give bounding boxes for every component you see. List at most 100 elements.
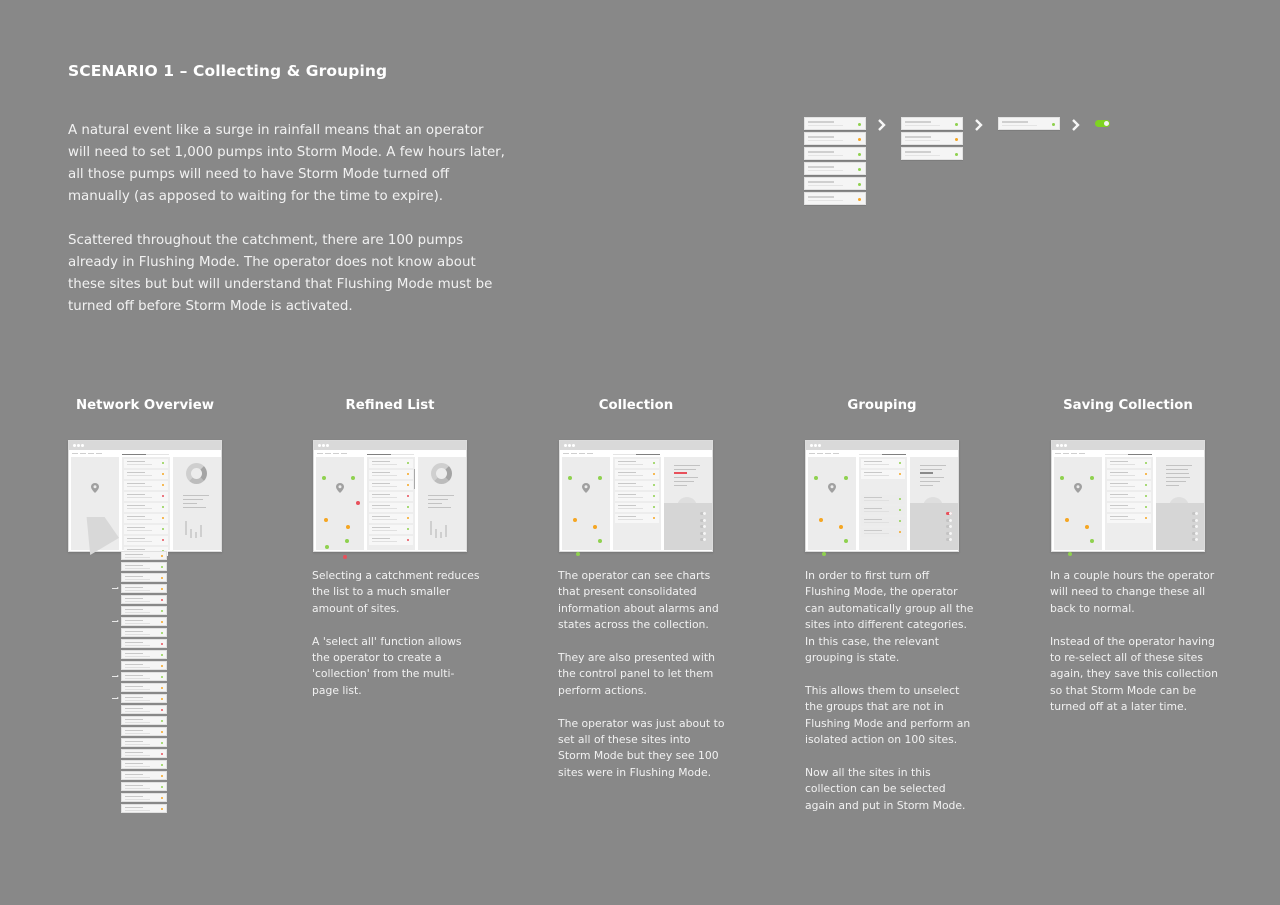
toggle-switch-off[interactable] [1192,538,1198,541]
site-list-row[interactable] [121,639,167,648]
site-list-row[interactable] [121,650,167,659]
site-list-row[interactable] [369,525,413,534]
site-list-row[interactable] [121,760,167,769]
site-list-row[interactable] [121,661,167,670]
site-list-row[interactable] [861,506,905,515]
site-list-row[interactable] [121,683,167,692]
site-list-row[interactable] [369,481,413,490]
toggle-switch-off[interactable] [946,518,952,522]
nav-item [833,453,839,454]
group-by-dropdown[interactable] [920,472,933,474]
site-list-row[interactable] [615,503,659,512]
summary-line [1166,481,1186,482]
site-list-row[interactable] [121,551,167,560]
site-list-row[interactable] [1107,503,1151,512]
site-list-row[interactable] [124,503,168,512]
toggle-switch-off[interactable] [946,525,952,528]
site-list-row[interactable] [615,481,659,490]
site-list-row[interactable] [1107,459,1151,468]
site-list-row[interactable] [121,584,167,593]
toggle-switch-off[interactable] [946,531,952,535]
chevron-right-icon [974,117,984,131]
list-tabs [122,454,169,455]
site-list-row[interactable] [861,470,905,479]
site-list-row[interactable] [121,573,167,582]
toggle-switch-off[interactable] [700,538,706,541]
map-site-dot-green [598,539,602,543]
site-name-line [905,121,931,123]
site-list-row[interactable] [124,514,168,523]
toggle-switch-off[interactable] [700,518,706,522]
status-dot-green [858,183,861,186]
site-list-row[interactable] [124,492,168,501]
site-list-row[interactable] [861,495,905,504]
step-collection: Collection The operator can see charts th… [558,398,729,779]
site-list-row[interactable] [1107,470,1151,479]
toggle-switch-off[interactable] [1192,518,1198,522]
site-list-row[interactable] [121,606,167,615]
status-dot-red [407,495,409,497]
site-list-row[interactable] [124,470,168,479]
site-list-row[interactable] [121,793,167,802]
map-site-dot-green [844,539,848,543]
site-list-row[interactable] [121,727,167,736]
site-detail-line [808,155,843,156]
site-card [804,147,866,160]
description-paragraph: They are also presented with the control… [558,651,715,697]
toggle-switch-off[interactable] [946,538,952,541]
site-list-row[interactable] [1107,481,1151,490]
site-detail-line [618,519,643,520]
nav-item [317,453,323,454]
site-list-row[interactable] [121,672,167,681]
site-list-row[interactable] [121,771,167,780]
toggle-switch-off[interactable] [1192,531,1198,535]
site-list-row[interactable] [1107,514,1151,523]
site-list-row[interactable] [121,694,167,703]
site-list-row[interactable] [615,514,659,523]
site-list-row[interactable] [1107,492,1151,501]
site-list-row[interactable] [121,716,167,725]
site-list-row[interactable] [121,804,167,813]
site-list-row[interactable] [615,459,659,468]
toggle-switch-off[interactable] [1192,512,1198,515]
site-list-row[interactable] [121,705,167,714]
site-list-row[interactable] [861,517,905,526]
site-list-row[interactable] [121,595,167,604]
site-list-row[interactable] [861,459,905,468]
site-list-row[interactable] [124,525,168,534]
toggle-switch-on[interactable] [946,512,952,515]
toggle-switch-off[interactable] [700,512,706,515]
site-name-line [864,530,882,531]
toggle-switch-off[interactable] [700,531,706,535]
site-list-row[interactable] [121,782,167,791]
flow-stage-all-sites [804,117,866,207]
site-list-row[interactable] [615,492,659,501]
site-list-row[interactable] [369,459,413,468]
status-dot-orange [899,473,901,475]
site-list-row[interactable] [369,503,413,512]
site-list-row[interactable] [124,536,168,545]
site-list-row[interactable] [124,481,168,490]
site-list-row[interactable] [121,738,167,747]
site-list-row[interactable] [124,459,168,468]
site-list-row[interactable] [861,528,905,537]
site-list-row[interactable] [121,749,167,758]
site-name-line [372,538,390,539]
window-dot [810,444,813,447]
site-detail-line [125,788,150,789]
toggle-switch-off[interactable] [1192,525,1198,528]
toggle-switch-off[interactable] [700,525,706,528]
site-list-row[interactable] [615,470,659,479]
site-list-row[interactable] [369,492,413,501]
site-list-row[interactable] [121,628,167,637]
site-list-row[interactable] [369,514,413,523]
site-list-row[interactable] [121,617,167,626]
window-dot [818,444,821,447]
site-list-row[interactable] [369,536,413,545]
list-scrollbar[interactable] [414,469,415,489]
bar-chart-bar [430,521,432,535]
nav-item [333,453,339,454]
site-list-row[interactable] [121,562,167,571]
site-list-row[interactable] [369,470,413,479]
site-detail-line [1002,125,1037,126]
